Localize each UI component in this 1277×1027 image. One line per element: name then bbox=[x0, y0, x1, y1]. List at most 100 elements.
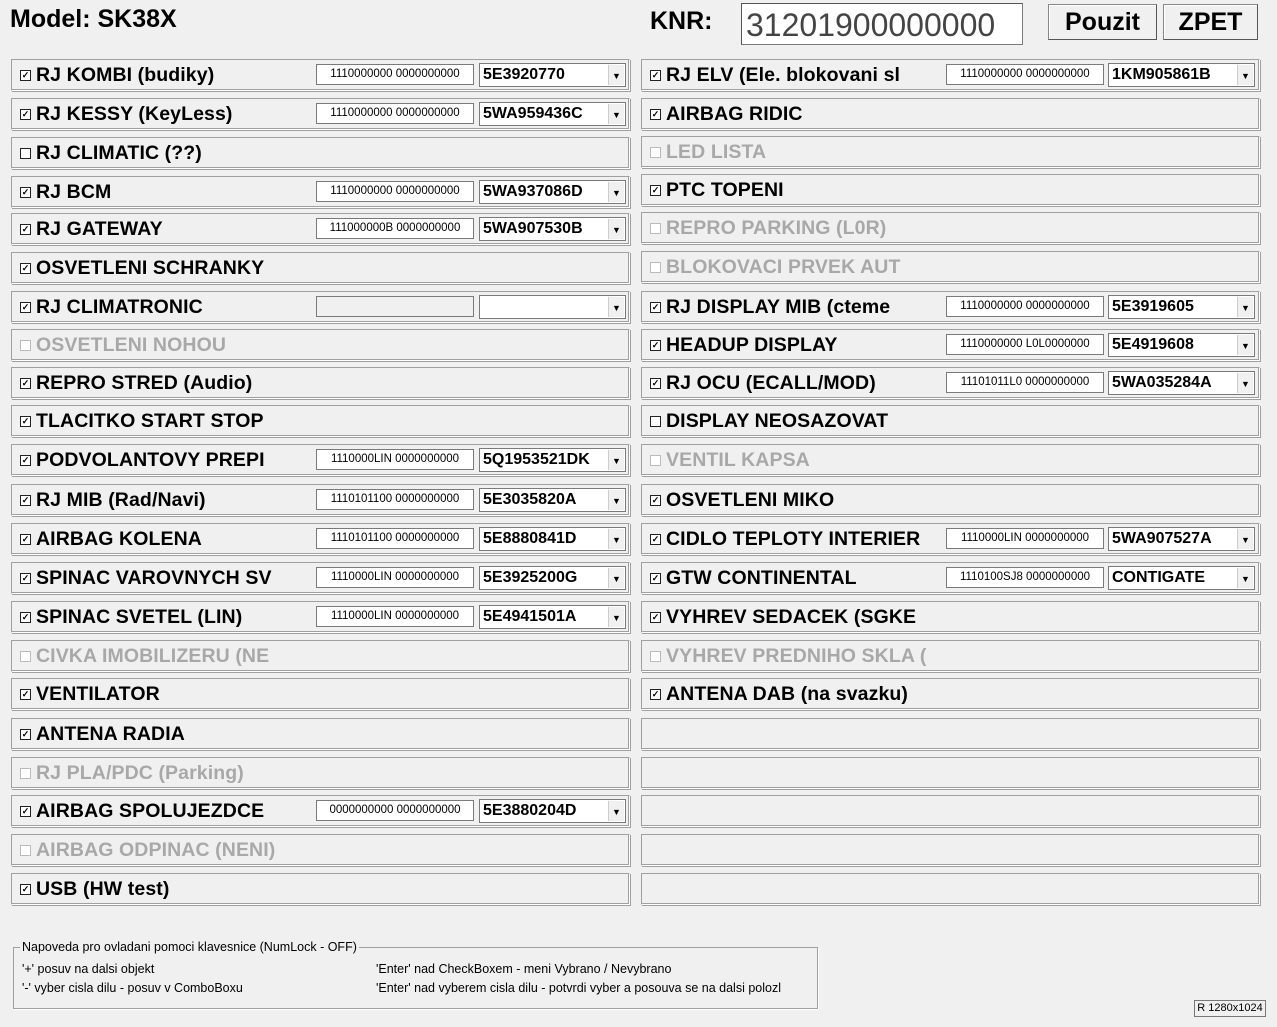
component-row[interactable]: VENTIL KAPSA bbox=[641, 444, 1260, 476]
component-row[interactable]: ✓ GTW CONTINENTAL 1110100SJ8 0000000000 CON… bbox=[641, 562, 1260, 594]
row-checkbox[interactable]: ✓ bbox=[650, 612, 661, 623]
row-checkbox[interactable]: ✓ bbox=[20, 302, 31, 313]
row-checkbox[interactable]: ✓ bbox=[650, 185, 661, 196]
part-number-combobox[interactable]: 5WA907530B ▼ bbox=[479, 217, 626, 241]
component-row[interactable]: ✓ VYHREV SEDACEK (SGKE bbox=[641, 601, 1260, 633]
dropdown-arrow-icon[interactable]: ▼ bbox=[608, 529, 624, 549]
component-row[interactable]: ✓ RJ OCU (ECALL/MOD) 11101011L0 0000000000… bbox=[641, 367, 1260, 399]
component-row[interactable]: ✓ OSVETLENI SCHRANKY bbox=[11, 252, 630, 284]
component-row[interactable]: ✓ PTC TOPENI bbox=[641, 174, 1260, 206]
dropdown-arrow-icon[interactable]: ▼ bbox=[1237, 297, 1253, 317]
dropdown-arrow-icon[interactable]: ▼ bbox=[1237, 335, 1253, 355]
row-checkbox[interactable]: ✓ bbox=[20, 455, 31, 466]
component-row[interactable]: AIRBAG ODPINAC (NENI) bbox=[11, 834, 630, 866]
part-number-combobox[interactable]: 5WA959436C ▼ bbox=[479, 102, 626, 126]
dropdown-arrow-icon[interactable]: ▼ bbox=[1237, 65, 1253, 85]
part-number-combobox[interactable]: 5E4919608 ▼ bbox=[1108, 333, 1255, 357]
component-row[interactable]: ✓ RJ CLIMATRONIC ▼ bbox=[11, 291, 630, 323]
component-row[interactable]: RJ CLIMATIC (??) bbox=[11, 137, 630, 169]
row-checkbox[interactable]: ✓ bbox=[20, 495, 31, 506]
part-number-combobox[interactable]: 5E8880841D ▼ bbox=[479, 527, 626, 551]
part-number-combobox[interactable]: 5Q1953521DK ▼ bbox=[479, 448, 626, 472]
component-row[interactable]: ✓ TLACITKO START STOP bbox=[11, 405, 630, 437]
component-row[interactable]: ✓ AIRBAG SPOLUJEZDCE 0000000000 0000000000… bbox=[11, 795, 630, 827]
row-checkbox[interactable]: ✓ bbox=[650, 70, 661, 81]
row-checkbox[interactable]: ✓ bbox=[20, 689, 31, 700]
part-number-combobox[interactable]: 5E3880204D ▼ bbox=[479, 799, 626, 823]
part-number-combobox[interactable]: 5E3920770 ▼ bbox=[479, 63, 626, 87]
component-row[interactable]: ✓ OSVETLENI MIKO bbox=[641, 484, 1260, 516]
part-number-combobox[interactable]: 5E3035820A ▼ bbox=[479, 488, 626, 512]
component-row[interactable]: ✓ USB (HW test) bbox=[11, 873, 630, 905]
component-row[interactable]: ✓ RJ DISPLAY MIB (cteme 1110000000 0000000… bbox=[641, 291, 1260, 323]
row-checkbox[interactable]: ✓ bbox=[20, 187, 31, 198]
row-checkbox[interactable]: ✓ bbox=[20, 884, 31, 895]
part-number-combobox[interactable]: 5E4941501A ▼ bbox=[479, 605, 626, 629]
row-checkbox[interactable]: ✓ bbox=[20, 416, 31, 427]
component-row[interactable]: ✓ AIRBAG KOLENA 1110101100 0000000000 5E888… bbox=[11, 523, 630, 555]
part-number-combobox[interactable]: 5E3919605 ▼ bbox=[1108, 295, 1255, 319]
component-row[interactable]: ✓ SPINAC VAROVNYCH SV 1110000LIN 000000000… bbox=[11, 562, 630, 594]
component-row[interactable]: ✓ RJ KOMBI (budiky) 1110000000 0000000000 5… bbox=[11, 59, 630, 91]
component-row[interactable]: ✓ PODVOLANTOVY PREPI 1110000LIN 0000000000… bbox=[11, 444, 630, 476]
part-number-combobox[interactable]: CONTIGATE ▼ bbox=[1108, 566, 1255, 590]
dropdown-arrow-icon[interactable]: ▼ bbox=[608, 297, 624, 317]
row-checkbox[interactable]: ✓ bbox=[650, 573, 661, 584]
component-row[interactable]: ✓ AIRBAG RIDIC bbox=[641, 98, 1260, 130]
row-checkbox[interactable]: ✓ bbox=[20, 378, 31, 389]
row-checkbox[interactable]: ✓ bbox=[650, 534, 661, 545]
row-checkbox[interactable]: ✓ bbox=[650, 340, 661, 351]
component-row[interactable]: VYHREV PREDNIHO SKLA ( bbox=[641, 640, 1260, 672]
component-row[interactable]: ✓ VENTILATOR bbox=[11, 678, 630, 710]
component-row[interactable]: ✓ RJ ELV (Ele. blokovani sl 1110000000 000… bbox=[641, 59, 1260, 91]
use-button[interactable]: Pouzit bbox=[1048, 4, 1157, 40]
row-checkbox[interactable] bbox=[20, 148, 31, 159]
dropdown-arrow-icon[interactable]: ▼ bbox=[608, 65, 624, 85]
component-row[interactable]: ✓ RJ MIB (Rad/Navi) 1110101100 0000000000 5… bbox=[11, 484, 630, 516]
dropdown-arrow-icon[interactable]: ▼ bbox=[608, 450, 624, 470]
knr-input[interactable]: 31201900000000 bbox=[741, 3, 1023, 45]
component-row[interactable]: BLOKOVACI PRVEK AUT bbox=[641, 251, 1260, 283]
dropdown-arrow-icon[interactable]: ▼ bbox=[1237, 529, 1253, 549]
row-checkbox[interactable]: ✓ bbox=[20, 224, 31, 235]
row-checkbox[interactable]: ✓ bbox=[20, 612, 31, 623]
component-row[interactable]: ✓ SPINAC SVETEL (LIN) 1110000LIN 000000000… bbox=[11, 601, 630, 633]
row-checkbox[interactable]: ✓ bbox=[20, 70, 31, 81]
component-row[interactable]: DISPLAY NEOSAZOVAT bbox=[641, 405, 1260, 437]
row-checkbox[interactable]: ✓ bbox=[20, 573, 31, 584]
part-number-combobox[interactable]: 5E3925200G ▼ bbox=[479, 566, 626, 590]
component-row[interactable]: ✓ RJ KESSY (KeyLess) 1110000000 0000000000… bbox=[11, 98, 630, 130]
dropdown-arrow-icon[interactable]: ▼ bbox=[608, 607, 624, 627]
row-checkbox[interactable]: ✓ bbox=[650, 495, 661, 506]
component-row[interactable]: ✓ HEADUP DISPLAY 1110000000 L0L0000000 5E49… bbox=[641, 329, 1260, 361]
component-row[interactable]: RJ PLA/PDC (Parking) bbox=[11, 757, 630, 789]
component-row[interactable]: ✓ CIDLO TEPLOTY INTERIER 1110000LIN 000000… bbox=[641, 523, 1260, 555]
dropdown-arrow-icon[interactable]: ▼ bbox=[608, 568, 624, 588]
row-checkbox[interactable]: ✓ bbox=[20, 534, 31, 545]
component-row[interactable]: OSVETLENI NOHOU bbox=[11, 329, 630, 361]
dropdown-arrow-icon[interactable]: ▼ bbox=[1237, 373, 1253, 393]
row-checkbox[interactable]: ✓ bbox=[20, 729, 31, 740]
part-number-combobox[interactable]: 1KM905861B ▼ bbox=[1108, 63, 1255, 87]
part-number-combobox[interactable]: 5WA035284A ▼ bbox=[1108, 371, 1255, 395]
row-checkbox[interactable]: ✓ bbox=[650, 378, 661, 389]
component-row[interactable]: ✓ ANTENA DAB (na svazku) bbox=[641, 678, 1260, 710]
dropdown-arrow-icon[interactable]: ▼ bbox=[608, 219, 624, 239]
component-row[interactable]: ✓ REPRO STRED (Audio) bbox=[11, 367, 630, 399]
part-number-combobox[interactable]: 5WA937086D ▼ bbox=[479, 180, 626, 204]
row-checkbox[interactable]: ✓ bbox=[650, 302, 661, 313]
dropdown-arrow-icon[interactable]: ▼ bbox=[608, 490, 624, 510]
dropdown-arrow-icon[interactable]: ▼ bbox=[608, 104, 624, 124]
row-checkbox[interactable]: ✓ bbox=[650, 109, 661, 120]
component-row[interactable]: ✓ ANTENA RADIA bbox=[11, 718, 630, 750]
dropdown-arrow-icon[interactable]: ▼ bbox=[608, 801, 624, 821]
back-button[interactable]: ZPET bbox=[1163, 4, 1258, 40]
component-row[interactable]: LED LISTA bbox=[641, 136, 1260, 168]
component-row[interactable]: ✓ RJ GATEWAY 111000000B 0000000000 5WA90753… bbox=[11, 213, 630, 245]
dropdown-arrow-icon[interactable]: ▼ bbox=[1237, 568, 1253, 588]
component-row[interactable]: REPRO PARKING (L0R) bbox=[641, 212, 1260, 244]
row-checkbox[interactable]: ✓ bbox=[20, 263, 31, 274]
part-number-combobox[interactable]: 5WA907527A ▼ bbox=[1108, 527, 1255, 551]
row-checkbox[interactable]: ✓ bbox=[650, 689, 661, 700]
dropdown-arrow-icon[interactable]: ▼ bbox=[608, 182, 624, 202]
